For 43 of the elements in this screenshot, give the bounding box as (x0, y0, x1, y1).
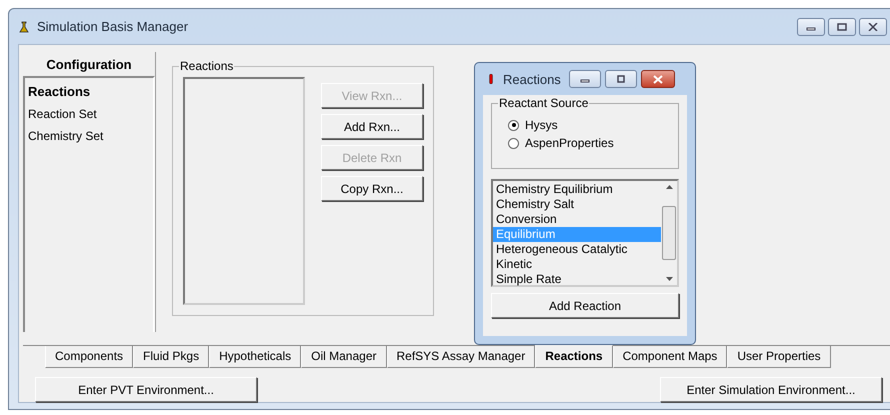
tab[interactable]: RefSYS Assay Manager (386, 346, 536, 368)
flask-icon (19, 20, 29, 32)
environment-button[interactable]: Enter PVT Environment... (35, 377, 257, 402)
list-item[interactable]: Heterogeneous Catalytic (493, 242, 661, 257)
action-button[interactable]: Add Rxn... (321, 114, 423, 139)
maximize-button[interactable] (828, 18, 856, 36)
maximize-icon (616, 75, 626, 83)
minimize-button[interactable] (568, 70, 601, 88)
list-item[interactable]: Chemistry Equilibrium (493, 182, 661, 197)
environment-button[interactable]: Enter Simulation Environment... (660, 377, 882, 402)
tab[interactable]: Hypotheticals (209, 346, 302, 368)
tab[interactable]: Oil Manager (301, 346, 386, 368)
close-icon (652, 74, 664, 84)
tab[interactable]: Reactions (535, 345, 613, 368)
radio-option[interactable]: AspenProperties (508, 136, 678, 150)
test-tube-icon (489, 74, 493, 84)
close-button[interactable] (859, 18, 887, 36)
maximize-icon (837, 22, 847, 30)
tab[interactable]: Component Maps (612, 346, 728, 368)
list-item[interactable]: Chemistry Salt (493, 197, 661, 212)
tab[interactable]: User Properties (727, 346, 831, 368)
scroll-up-icon[interactable] (666, 185, 672, 189)
tab[interactable]: Components (45, 346, 134, 368)
group-title: Reactant Source (498, 96, 590, 110)
panel-title: Configuration (45, 56, 133, 74)
close-button[interactable] (640, 70, 675, 88)
list-item[interactable]: Chemistry Set (27, 125, 151, 147)
add-reaction-button[interactable]: Add Reaction (491, 293, 679, 318)
minimize-button[interactable] (797, 18, 825, 36)
list-item[interactable]: Reaction Set (27, 103, 151, 125)
tab[interactable]: Fluid Pkgs (133, 346, 210, 368)
list-item[interactable]: Kinetic (493, 257, 661, 272)
action-button[interactable]: Copy Rxn... (321, 176, 423, 201)
scroll-down-icon[interactable] (666, 277, 672, 281)
maximize-button[interactable] (604, 70, 637, 88)
dialog-title: Reactions (503, 72, 561, 86)
window-title: Simulation Basis Manager (37, 19, 188, 34)
radio-option[interactable]: Hysys (508, 118, 678, 132)
close-icon (868, 22, 878, 30)
list-item[interactable]: Reactions (27, 80, 151, 103)
list-item[interactable]: Simple Rate (493, 272, 661, 287)
group-title: Reactions (179, 59, 234, 73)
list-item[interactable]: Conversion (493, 212, 661, 227)
